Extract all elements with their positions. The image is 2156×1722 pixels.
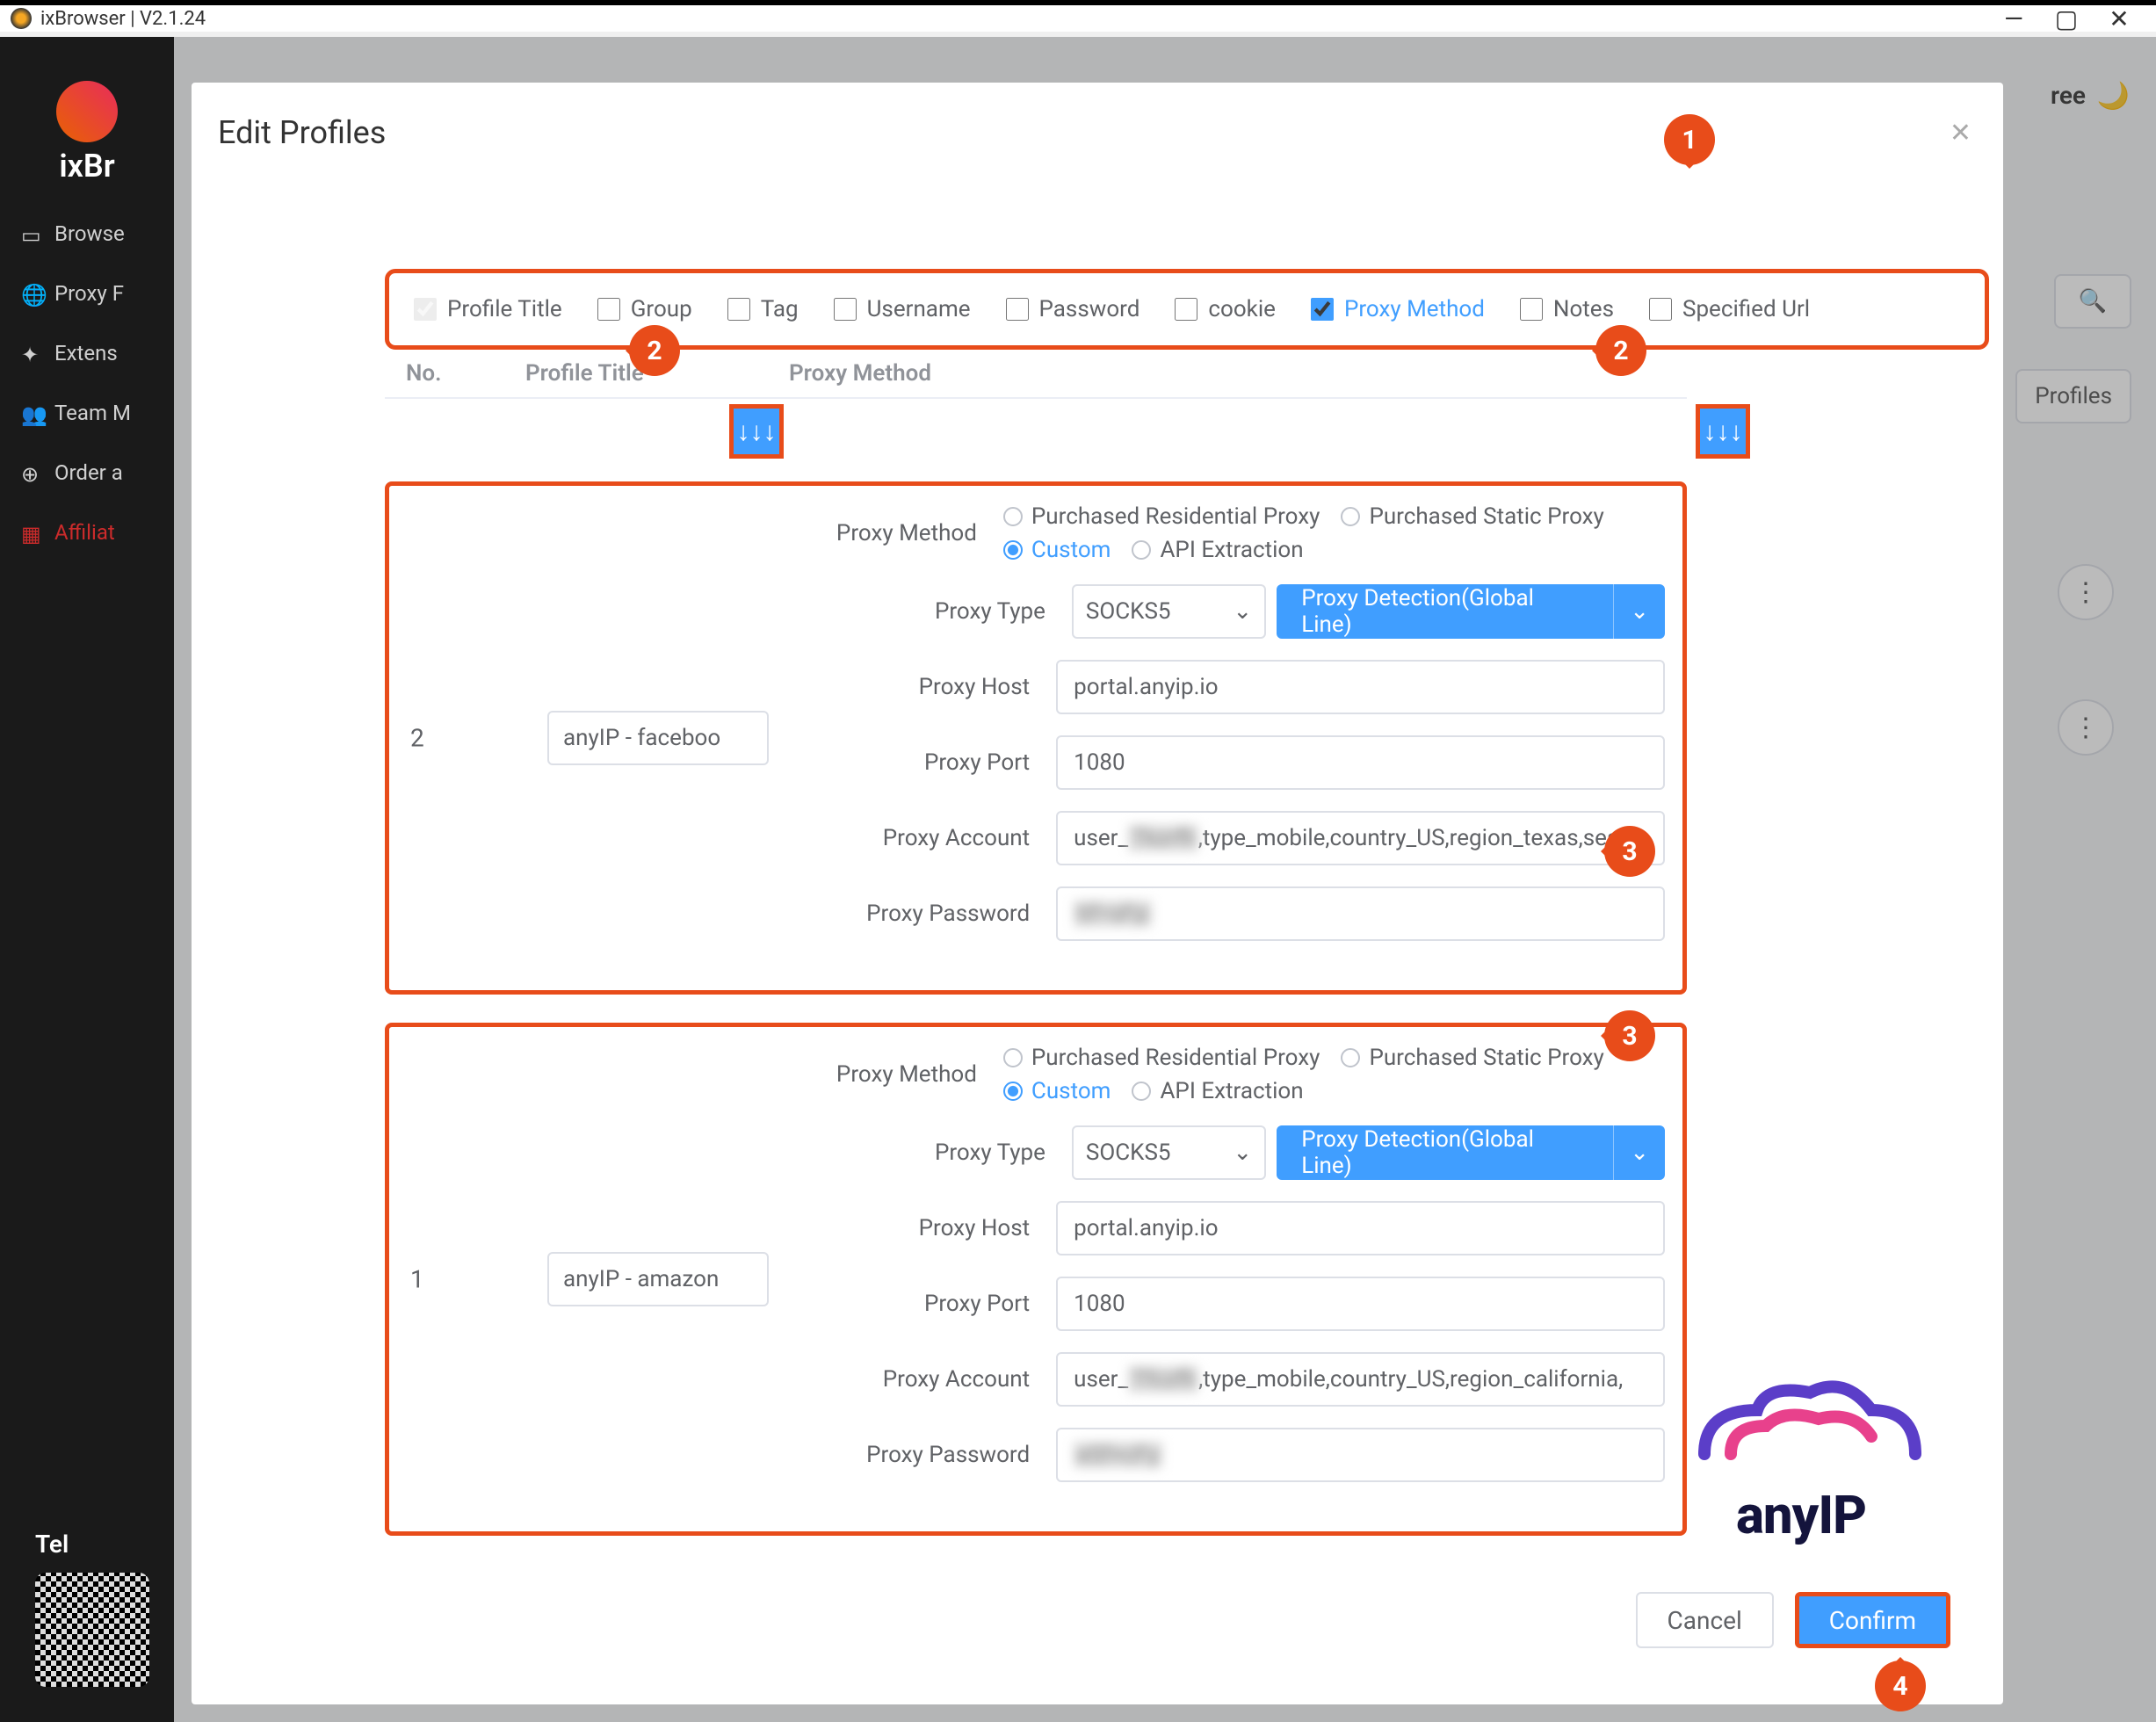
sidebar-item-extensions[interactable]: ✦Extens	[0, 323, 174, 383]
sidebar-item-team[interactable]: 👥Team M	[0, 383, 174, 443]
proxy-host-input[interactable]	[1056, 660, 1665, 714]
profile-title-input[interactable]	[547, 1252, 769, 1306]
sidebar-item-browse[interactable]: ▭Browse	[0, 204, 174, 264]
radio-purchased-static[interactable]: Purchased Static Proxy	[1341, 503, 1603, 530]
label-proxy-method: Proxy Method	[800, 520, 1003, 546]
label-proxy-port: Proxy Port	[800, 749, 1056, 776]
radio-api-extraction[interactable]: API Extraction	[1132, 1078, 1303, 1104]
col-notes[interactable]: Notes	[1520, 296, 1614, 322]
col-specified-url[interactable]: Specified Url	[1649, 296, 1810, 322]
minimize-button[interactable]: —	[1987, 4, 2040, 33]
annotation-1: 1	[1664, 114, 1715, 165]
app-title: ixBrowser | V2.1.24	[40, 8, 206, 30]
label-proxy-method: Proxy Method	[800, 1061, 1003, 1088]
label-proxy-host: Proxy Host	[800, 674, 1056, 700]
row-no: 2	[410, 724, 424, 753]
radio-custom[interactable]: Custom	[1003, 537, 1111, 563]
anyip-cloud-icon	[1669, 1357, 1933, 1480]
proxy-type-select[interactable]: SOCKS5⌄	[1072, 584, 1266, 639]
modal-close-button[interactable]: ✕	[1950, 118, 1972, 148]
fill-down-title-button[interactable]: ↓↓↓	[729, 404, 784, 459]
team-icon: 👥	[21, 402, 42, 423]
th-no: No.	[385, 360, 525, 387]
columns-selector: Profile Title Group Tag Username Passwor…	[385, 269, 1989, 350]
label-proxy-account: Proxy Account	[800, 1366, 1056, 1393]
close-button[interactable]: ✕	[2093, 4, 2145, 33]
proxy-port-input[interactable]	[1056, 735, 1665, 790]
proxy-type-select[interactable]: SOCKS5⌄	[1072, 1125, 1266, 1180]
modal-footer: Cancel Confirm	[1636, 1592, 1950, 1648]
annotation-2b: 2	[1595, 325, 1646, 376]
radio-custom[interactable]: Custom	[1003, 1078, 1111, 1104]
label-proxy-type: Proxy Type	[800, 598, 1072, 625]
affiliate-icon: ▦	[21, 522, 42, 543]
modal-title: Edit Profiles	[192, 83, 2003, 151]
label-proxy-type: Proxy Type	[800, 1140, 1072, 1166]
qr-code	[35, 1573, 149, 1687]
label-proxy-password: Proxy Password	[800, 901, 1056, 927]
annotation-3b: 3	[1604, 1010, 1655, 1061]
chevron-down-icon[interactable]: ⌄	[1613, 584, 1665, 639]
radio-purchased-residential[interactable]: Purchased Residential Proxy	[1003, 503, 1320, 530]
col-tag[interactable]: Tag	[727, 296, 799, 322]
radio-purchased-static[interactable]: Purchased Static Proxy	[1341, 1045, 1603, 1071]
proxy-password-input[interactable]: eSf+cFy	[1056, 1428, 1665, 1482]
proxy-detection-button[interactable]: Proxy Detection(Global Line)⌄	[1277, 1125, 1665, 1180]
plus-circle-icon: ⊕	[21, 462, 42, 483]
app-icon	[11, 8, 32, 29]
anyip-logo: anyIP	[1669, 1357, 1933, 1546]
logo-area: ixBr	[0, 81, 174, 184]
puzzle-icon: ✦	[21, 343, 42, 364]
proxy-account-input[interactable]: user_Tkzrfli,type_mobile,country_US,regi…	[1056, 811, 1665, 865]
logo-text: ixBr	[0, 148, 174, 184]
proxy-account-input[interactable]: user_Tfczfli,type_mobile,country_US,regi…	[1056, 1352, 1665, 1407]
logo-icon	[56, 81, 118, 142]
label-proxy-account: Proxy Account	[800, 825, 1056, 851]
radio-api-extraction[interactable]: API Extraction	[1132, 537, 1303, 563]
maximize-button[interactable]: ▢	[2040, 4, 2093, 33]
sidebar-item-affiliate[interactable]: ▦Affiliat	[0, 503, 174, 562]
annotation-4: 4	[1875, 1660, 1926, 1711]
chevron-down-icon: ⌄	[1233, 598, 1252, 625]
fill-down-method-button[interactable]: ↓↓↓	[1696, 404, 1750, 459]
tel-label: Tel	[35, 1530, 149, 1559]
table-header: No. Profile Title Proxy Method	[385, 350, 1687, 399]
sidebar-item-proxy[interactable]: 🌐Proxy F	[0, 264, 174, 323]
chevron-down-icon[interactable]: ⌄	[1613, 1125, 1665, 1180]
proxy-password-input[interactable]: tif=sFp	[1056, 886, 1665, 941]
th-method: Proxy Method	[789, 360, 1687, 387]
proxy-port-input[interactable]	[1056, 1277, 1665, 1331]
col-cookie[interactable]: cookie	[1175, 296, 1276, 322]
edit-profiles-modal: Edit Profiles ✕ Profile Title Group Tag …	[192, 83, 2003, 1704]
profile-row-2: 2 Proxy Method Purchased Residential Pro…	[385, 481, 1687, 995]
col-proxy-method[interactable]: Proxy Method	[1311, 296, 1485, 322]
sidebar: ixBr ▭Browse 🌐Proxy F ✦Extens 👥Team M ⊕O…	[0, 37, 174, 1722]
browser-icon: ▭	[21, 223, 42, 244]
sidebar-item-order[interactable]: ⊕Order a	[0, 443, 174, 503]
col-group[interactable]: Group	[597, 296, 692, 322]
proxy-detection-button[interactable]: Proxy Detection(Global Line)⌄	[1277, 584, 1665, 639]
tel-block: Tel	[35, 1530, 149, 1687]
col-profile-title[interactable]: Profile Title	[414, 296, 562, 322]
chevron-down-icon: ⌄	[1233, 1140, 1252, 1166]
row-no: 1	[410, 1265, 424, 1294]
confirm-button[interactable]: Confirm	[1795, 1592, 1950, 1648]
radio-purchased-residential[interactable]: Purchased Residential Proxy	[1003, 1045, 1320, 1071]
anyip-text: anyIP	[1669, 1484, 1933, 1546]
profile-title-input[interactable]	[547, 711, 769, 765]
titlebar: ixBrowser | V2.1.24 — ▢ ✕	[0, 0, 2156, 32]
annotation-3a: 3	[1604, 826, 1655, 877]
profile-row-1: 1 Proxy Method Purchased Residential Pro…	[385, 1023, 1687, 1536]
label-proxy-host: Proxy Host	[800, 1215, 1056, 1241]
col-password[interactable]: Password	[1006, 296, 1140, 322]
proxy-host-input[interactable]	[1056, 1201, 1665, 1255]
annotation-2a: 2	[629, 325, 680, 376]
cancel-button[interactable]: Cancel	[1636, 1592, 1774, 1648]
label-proxy-password: Proxy Password	[800, 1442, 1056, 1468]
globe-icon: 🌐	[21, 283, 42, 304]
label-proxy-port: Proxy Port	[800, 1291, 1056, 1317]
col-username[interactable]: Username	[834, 296, 971, 322]
